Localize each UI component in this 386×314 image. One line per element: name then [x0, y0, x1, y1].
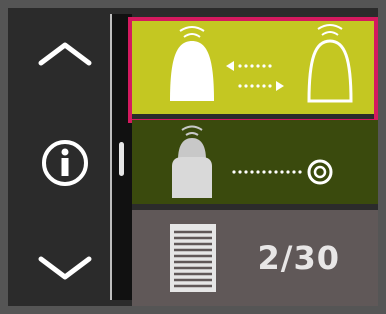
page-counter: 2/30	[257, 239, 340, 277]
target-shape-icon	[172, 125, 333, 198]
chevron-down-icon	[38, 256, 92, 280]
chevron-up-icon	[38, 42, 92, 66]
side-nav	[20, 8, 110, 306]
info-button[interactable]	[20, 128, 110, 198]
selection-border	[128, 17, 378, 123]
list-item-target-shape[interactable]	[132, 120, 378, 204]
document-icon	[170, 224, 216, 292]
scroll-down-button[interactable]	[20, 238, 110, 298]
scroll-up-button[interactable]	[20, 24, 110, 84]
list-item-page[interactable]: 2/30	[132, 210, 378, 306]
info-icon	[42, 140, 88, 186]
scroll-thumb[interactable]	[119, 142, 124, 176]
